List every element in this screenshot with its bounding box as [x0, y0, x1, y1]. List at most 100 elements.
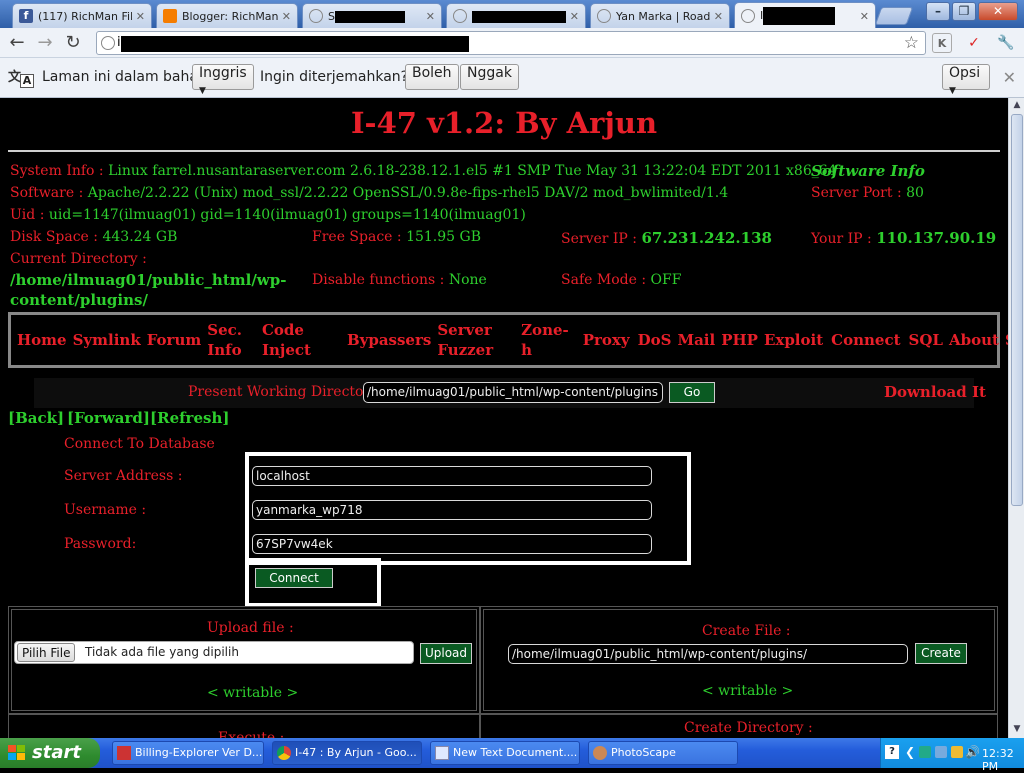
minimize-button[interactable]: – [926, 2, 950, 21]
menu-item-label: Inject [261, 341, 311, 359]
tray-app-icon[interactable] [935, 746, 947, 758]
translate-options-button[interactable]: Opsi ▼ [942, 64, 990, 96]
execute-title: Execute : [218, 730, 285, 738]
new-tab-button[interactable] [874, 7, 914, 25]
menu-item-home[interactable]: Home [17, 330, 67, 350]
connect-button[interactable]: Connect [255, 568, 333, 588]
tab-yan-marka[interactable]: Yan Marka | Road M ✕ [590, 3, 730, 28]
upload-button[interactable]: Upload [420, 643, 472, 664]
free-space: Free Space : 151.95 GB [312, 229, 481, 245]
chevron-left-icon[interactable]: ❮ [905, 745, 915, 759]
tab-close-icon[interactable]: ✕ [426, 10, 435, 23]
language-select[interactable]: Inggris ▼ [192, 64, 254, 96]
speaker-icon[interactable]: 🔊 [965, 745, 980, 759]
back-link[interactable]: [Back] [8, 409, 64, 427]
extension-check-icon[interactable]: ✓ [964, 33, 984, 53]
tab-close-icon[interactable]: ✕ [136, 10, 145, 23]
menu-item-proxy[interactable]: Proxy [583, 330, 630, 350]
menu-item-sec-info[interactable]: Sec. Info [207, 320, 242, 360]
menu-item-code-inject[interactable]: Code Inject [262, 320, 311, 360]
clock[interactable]: 12:32 PM [982, 747, 1024, 773]
wrench-icon[interactable]: 🔧 [996, 33, 1016, 53]
start-button[interactable]: start [0, 738, 100, 768]
forward-link[interactable]: [Forward] [67, 409, 150, 427]
forward-arrow-icon[interactable]: → [34, 32, 56, 54]
pwd-input[interactable]: /home/ilmuag01/public_html/wp-content/pl… [363, 382, 663, 403]
restore-button[interactable]: ❐ [952, 2, 976, 21]
file-chooser[interactable]: Pilih File Tidak ada file yang dipilih [14, 641, 414, 664]
menu-item-label: Fuzzer [437, 341, 494, 359]
extension-k-icon[interactable]: K [932, 33, 952, 53]
scroll-down-icon[interactable]: ▼ [1011, 724, 1023, 736]
language-value: Inggris [199, 65, 247, 81]
choose-file-button[interactable]: Pilih File [17, 643, 76, 662]
server-address-input[interactable]: localhost [252, 466, 652, 486]
task-label: I-47 : By Arjun - Goo... [295, 746, 417, 759]
tab-close-icon[interactable]: ✕ [714, 10, 723, 23]
create-directory-title: Create Directory : [684, 720, 813, 736]
scroll-up-icon[interactable]: ▲ [1011, 100, 1023, 112]
software-info-link[interactable]: Software Info [811, 162, 925, 180]
reload-icon[interactable]: ↻ [62, 32, 84, 54]
menu-item-dos[interactable]: DoS [638, 330, 672, 350]
translate-decline-button[interactable]: Nggak [460, 64, 519, 90]
task-photoscape[interactable]: PhotoScape [588, 741, 738, 765]
windows-taskbar: start Billing-Explorer Ver D... I-47 : B… [0, 738, 1024, 773]
create-file-title: Create File : [702, 623, 791, 639]
network-icon[interactable] [919, 746, 931, 758]
username-input[interactable]: yanmarka_wp718 [252, 500, 652, 520]
close-icon[interactable]: ✕ [1003, 68, 1016, 87]
task-billing-explorer[interactable]: Billing-Explorer Ver D... [112, 741, 264, 765]
tab-close-icon[interactable]: ✕ [282, 10, 291, 23]
menu-item-zone-h[interactable]: Zone-h [521, 320, 569, 360]
back-arrow-icon[interactable]: ← [6, 32, 28, 54]
menu-item-bypassers[interactable]: Bypassers [347, 330, 431, 350]
address-bar[interactable]: i ☆ [96, 31, 926, 55]
tab-redacted-2[interactable]: ✕ [446, 3, 586, 28]
refresh-link[interactable]: [Refresh] [150, 409, 229, 427]
menu-item-about[interactable]: About [949, 330, 999, 350]
tray-app-icon[interactable] [951, 746, 963, 758]
pwd-label: Present Working Directory : [188, 384, 388, 400]
tab-close-icon[interactable]: ✕ [570, 10, 579, 23]
tab-facebook[interactable]: f (117) RichMan Fibo ✕ [12, 3, 152, 28]
download-link[interactable]: Download It [884, 383, 986, 401]
password-input[interactable]: 67SP7vw4ek [252, 534, 652, 554]
globe-icon [309, 9, 323, 23]
tab-blogger[interactable]: Blogger: RichMan C ✕ [156, 3, 298, 28]
task-chrome[interactable]: I-47 : By Arjun - Goo... [272, 741, 422, 765]
translate-accept-button[interactable]: Boleh [405, 64, 459, 90]
task-label: PhotoScape [611, 746, 676, 759]
menu-item-server-fuzzer[interactable]: Server Fuzzer [437, 320, 493, 360]
redacted-url [121, 36, 469, 52]
tab-title: Blogger: RichMan C [182, 9, 278, 23]
scroll-thumb[interactable] [1011, 114, 1023, 506]
menu-item-forum[interactable]: Forum [147, 330, 202, 350]
menu-item-symlink[interactable]: Symlink [73, 330, 141, 350]
menu-item-mail[interactable]: Mail [677, 330, 715, 350]
tab-redacted-1[interactable]: S ✕ [302, 3, 442, 28]
navigation-bar: ← → ↻ i ☆ K ✓ 🔧 [0, 28, 1024, 58]
bookmark-star-icon[interactable]: ☆ [904, 33, 919, 53]
create-file-button[interactable]: Create [915, 643, 967, 664]
menu-item-sql[interactable]: SQL [909, 330, 943, 350]
vertical-scrollbar[interactable]: ▲ ▼ [1008, 98, 1024, 738]
go-button[interactable]: Go [669, 382, 715, 403]
close-window-button[interactable]: ✕ [978, 2, 1018, 21]
tab-close-icon[interactable]: ✕ [860, 10, 869, 23]
task-notepad[interactable]: New Text Document.... [430, 741, 580, 765]
create-file-input[interactable]: /home/ilmuag01/public_html/wp-content/pl… [508, 644, 908, 664]
server-port-label: Server Port : [811, 185, 902, 201]
tab-title: Yan Marka | Road M [616, 9, 710, 23]
free-label: Free Space : [312, 229, 402, 245]
help-icon[interactable]: ? [885, 745, 899, 759]
tab-active[interactable]: I ✕ [734, 2, 876, 29]
globe-icon [741, 9, 755, 23]
connect-db-title: Connect To Database [64, 436, 215, 452]
menu-item-connect[interactable]: Connect [831, 330, 900, 350]
menu-item-exploit[interactable]: Exploit [764, 330, 823, 350]
page-content: I-47 v1.2: By Arjun System Info : Linux … [0, 98, 1008, 738]
photoscape-icon [593, 746, 607, 760]
menu-item-php[interactable]: PHP [721, 330, 758, 350]
chevron-down-icon: ▼ [199, 86, 206, 96]
